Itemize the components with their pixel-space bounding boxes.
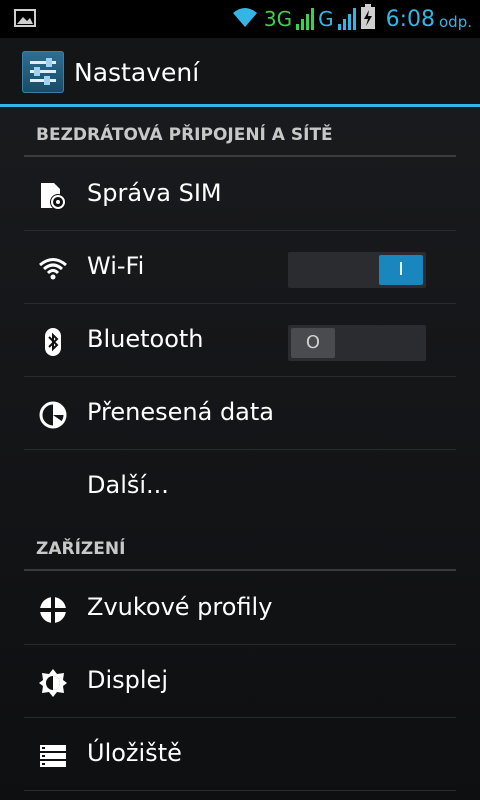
clock-time: 6:08 <box>385 6 435 32</box>
row-divider <box>24 790 456 791</box>
page-title: Nastavení <box>74 58 200 87</box>
row-divider <box>24 376 456 377</box>
settings-item-bluetooth[interactable]: Bluetooth O <box>24 305 456 377</box>
settings-item-data-usage[interactable]: Přenesená data <box>24 378 456 450</box>
display-icon <box>38 668 68 698</box>
settings-item-sound-profiles[interactable]: Zvukové profily <box>24 573 456 645</box>
network-g-label: G <box>318 7 334 31</box>
settings-item-storage[interactable]: Úložiště <box>24 719 456 791</box>
status-right: 3G G 6:08 odp. <box>230 4 472 34</box>
settings-item-label: Wi-Fi <box>87 252 145 280</box>
bluetooth-toggle[interactable]: O <box>288 325 426 361</box>
settings-item-label: Zvukové profily <box>87 593 273 621</box>
battery-icon <box>360 4 376 34</box>
row-divider <box>24 644 456 645</box>
wifi-toggle[interactable]: I <box>288 252 426 288</box>
row-divider <box>24 717 456 718</box>
storage-icon <box>38 741 68 771</box>
settings-item-label: Displej <box>87 666 168 694</box>
section-header-wireless: BEZDRÁTOVÁ PŘIPOJENÍ A SÍTĚ <box>24 107 456 159</box>
wifi-icon <box>230 5 260 33</box>
settings-item-label: Další... <box>87 471 169 499</box>
row-divider <box>24 449 456 450</box>
section-divider <box>24 155 456 157</box>
settings-item-wifi[interactable]: Wi-Fi I <box>24 232 456 304</box>
network-3g-label: 3G <box>263 7 293 31</box>
toggle-knob: I <box>379 255 423 285</box>
signal-icon <box>337 8 356 30</box>
status-bar: 3G G 6:08 odp. <box>0 0 480 38</box>
section-title-device: ZAŘÍZENÍ <box>36 539 126 559</box>
signal-icon <box>296 8 315 30</box>
settings-item-label: Úložiště <box>87 739 182 767</box>
row-divider <box>24 303 456 304</box>
wifi-icon <box>38 254 68 284</box>
settings-item-sim[interactable]: Správa SIM <box>24 159 456 231</box>
action-bar: Nastavení <box>0 38 480 106</box>
bluetooth-icon <box>38 327 68 357</box>
section-divider <box>24 569 456 571</box>
section-header-device: ZAŘÍZENÍ <box>24 523 456 575</box>
settings-item-label: Přenesená data <box>87 398 275 426</box>
image-icon <box>14 9 36 27</box>
clock-ampm: odp. <box>439 13 472 31</box>
sim-icon <box>38 181 68 211</box>
settings-item-more[interactable]: Další... <box>24 451 456 523</box>
settings-list: BEZDRÁTOVÁ PŘIPOJENÍ A SÍTĚ Správa SIM W… <box>0 107 480 800</box>
toggle-knob: O <box>291 328 335 358</box>
settings-item-display[interactable]: Displej <box>24 646 456 718</box>
section-title-wireless: BEZDRÁTOVÁ PŘIPOJENÍ A SÍTĚ <box>36 125 333 145</box>
row-divider <box>24 230 456 231</box>
settings-item-label: Správa SIM <box>87 179 222 207</box>
settings-item-label: Bluetooth <box>87 325 204 353</box>
sound-icon <box>38 595 68 625</box>
data-usage-icon <box>38 400 68 430</box>
settings-icon[interactable] <box>22 51 64 93</box>
